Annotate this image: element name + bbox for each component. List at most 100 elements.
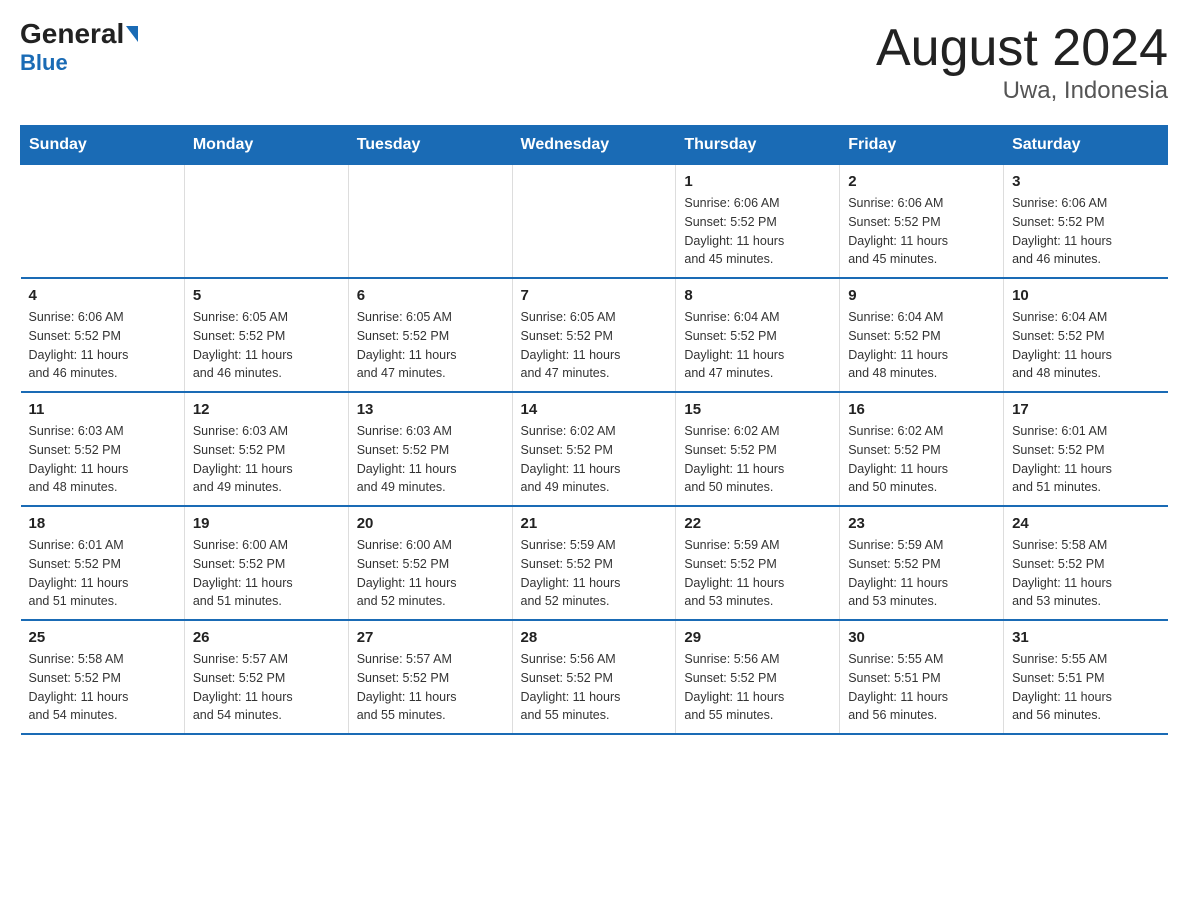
- day-number: 24: [1012, 515, 1159, 532]
- day-info: Sunrise: 6:01 AM Sunset: 5:52 PM Dayligh…: [29, 536, 176, 611]
- day-number: 31: [1012, 629, 1159, 646]
- day-info: Sunrise: 5:59 AM Sunset: 5:52 PM Dayligh…: [521, 536, 668, 611]
- day-cell-2-2: 13Sunrise: 6:03 AM Sunset: 5:52 PM Dayli…: [348, 392, 512, 506]
- day-cell-1-2: 6 Sunrise: 6:05 AM Sunset: 5:52 PM Daylig…: [348, 278, 512, 392]
- day-number: 27: [357, 629, 504, 646]
- day-info: Sunrise: 6:03 AM Sunset: 5:52 PM Dayligh…: [357, 422, 504, 497]
- day-number: 4: [29, 287, 176, 304]
- logo-triangle-icon: [126, 26, 138, 42]
- day-info: Sunrise: 6:06 AM Sunset: 5:52 PM Dayligh…: [684, 194, 831, 269]
- calendar-table: SundayMondayTuesdayWednesdayThursdayFrid…: [20, 125, 1168, 735]
- day-info: Sunrise: 5:59 AM Sunset: 5:52 PM Dayligh…: [684, 536, 831, 611]
- week-row-5: 25Sunrise: 5:58 AM Sunset: 5:52 PM Dayli…: [21, 620, 1168, 734]
- week-row-1: 1Sunrise: 6:06 AM Sunset: 5:52 PM Daylig…: [21, 165, 1168, 279]
- day-info: Sunrise: 6:04 AM Sunset: 5:52 PM Dayligh…: [1012, 308, 1159, 383]
- day-info: Sunrise: 6:06 AM Sunset: 5:52 PM Dayligh…: [1012, 194, 1159, 269]
- day-number: 9: [848, 287, 995, 304]
- logo: General Blue: [20, 20, 138, 76]
- header-thursday: Thursday: [676, 126, 840, 165]
- calendar-title: August 2024: [876, 20, 1168, 77]
- day-cell-1-4: 8Sunrise: 6:04 AM Sunset: 5:52 PM Daylig…: [676, 278, 840, 392]
- day-number: 7: [521, 287, 668, 304]
- day-info: Sunrise: 5:57 AM Sunset: 5:52 PM Dayligh…: [193, 650, 340, 725]
- day-cell-4-2: 27 Sunrise: 5:57 AM Sunset: 5:52 PM Dayli…: [348, 620, 512, 734]
- day-info: Sunrise: 6:01 AM Sunset: 5:52 PM Dayligh…: [1012, 422, 1159, 497]
- day-number: 30: [848, 629, 995, 646]
- week-row-4: 18 Sunrise: 6:01 AM Sunset: 5:52 PM Dayli…: [21, 506, 1168, 620]
- logo-general: General: [20, 20, 124, 48]
- header-wednesday: Wednesday: [512, 126, 676, 165]
- day-cell-0-0: [21, 165, 185, 279]
- day-cell-3-5: 23Sunrise: 5:59 AM Sunset: 5:52 PM Dayli…: [840, 506, 1004, 620]
- day-number: 28: [521, 629, 668, 646]
- header-saturday: Saturday: [1004, 126, 1168, 165]
- day-number: 26: [193, 629, 340, 646]
- day-cell-2-0: 11 Sunrise: 6:03 AM Sunset: 5:52 PM Dayli…: [21, 392, 185, 506]
- day-cell-0-4: 1Sunrise: 6:06 AM Sunset: 5:52 PM Daylig…: [676, 165, 840, 279]
- day-cell-4-6: 31 Sunrise: 5:55 AM Sunset: 5:51 PM Dayli…: [1004, 620, 1168, 734]
- day-cell-3-2: 20 Sunrise: 6:00 AM Sunset: 5:52 PM Dayli…: [348, 506, 512, 620]
- day-number: 12: [193, 401, 340, 418]
- day-info: Sunrise: 5:56 AM Sunset: 5:52 PM Dayligh…: [521, 650, 668, 725]
- day-cell-4-1: 26 Sunrise: 5:57 AM Sunset: 5:52 PM Dayli…: [184, 620, 348, 734]
- day-cell-3-4: 22Sunrise: 5:59 AM Sunset: 5:52 PM Dayli…: [676, 506, 840, 620]
- day-number: 25: [29, 629, 176, 646]
- day-cell-1-3: 7 Sunrise: 6:05 AM Sunset: 5:52 PM Daylig…: [512, 278, 676, 392]
- day-info: Sunrise: 5:55 AM Sunset: 5:51 PM Dayligh…: [1012, 650, 1159, 725]
- day-number: 18: [29, 515, 176, 532]
- day-cell-2-4: 15 Sunrise: 6:02 AM Sunset: 5:52 PM Dayli…: [676, 392, 840, 506]
- day-info: Sunrise: 6:05 AM Sunset: 5:52 PM Dayligh…: [521, 308, 668, 383]
- day-info: Sunrise: 6:00 AM Sunset: 5:52 PM Dayligh…: [193, 536, 340, 611]
- day-number: 16: [848, 401, 995, 418]
- day-info: Sunrise: 5:55 AM Sunset: 5:51 PM Dayligh…: [848, 650, 995, 725]
- day-cell-4-3: 28 Sunrise: 5:56 AM Sunset: 5:52 PM Dayli…: [512, 620, 676, 734]
- day-info: Sunrise: 6:00 AM Sunset: 5:52 PM Dayligh…: [357, 536, 504, 611]
- day-cell-1-0: 4Sunrise: 6:06 AM Sunset: 5:52 PM Daylig…: [21, 278, 185, 392]
- day-number: 20: [357, 515, 504, 532]
- day-info: Sunrise: 6:02 AM Sunset: 5:52 PM Dayligh…: [848, 422, 995, 497]
- day-info: Sunrise: 5:57 AM Sunset: 5:52 PM Dayligh…: [357, 650, 504, 725]
- day-number: 10: [1012, 287, 1159, 304]
- day-cell-2-1: 12 Sunrise: 6:03 AM Sunset: 5:52 PM Dayli…: [184, 392, 348, 506]
- day-number: 2: [848, 173, 995, 190]
- day-cell-4-4: 29 Sunrise: 5:56 AM Sunset: 5:52 PM Dayli…: [676, 620, 840, 734]
- day-info: Sunrise: 6:04 AM Sunset: 5:52 PM Dayligh…: [848, 308, 995, 383]
- day-info: Sunrise: 6:06 AM Sunset: 5:52 PM Dayligh…: [848, 194, 995, 269]
- day-cell-2-5: 16 Sunrise: 6:02 AM Sunset: 5:52 PM Dayli…: [840, 392, 1004, 506]
- day-number: 21: [521, 515, 668, 532]
- week-row-3: 11 Sunrise: 6:03 AM Sunset: 5:52 PM Dayli…: [21, 392, 1168, 506]
- day-number: 3: [1012, 173, 1159, 190]
- day-info: Sunrise: 6:03 AM Sunset: 5:52 PM Dayligh…: [193, 422, 340, 497]
- day-number: 15: [684, 401, 831, 418]
- day-info: Sunrise: 5:56 AM Sunset: 5:52 PM Dayligh…: [684, 650, 831, 725]
- day-number: 23: [848, 515, 995, 532]
- day-cell-0-2: [348, 165, 512, 279]
- day-number: 6: [357, 287, 504, 304]
- day-cell-2-6: 17 Sunrise: 6:01 AM Sunset: 5:52 PM Dayli…: [1004, 392, 1168, 506]
- day-number: 19: [193, 515, 340, 532]
- calendar-subtitle: Uwa, Indonesia: [876, 77, 1168, 105]
- day-number: 17: [1012, 401, 1159, 418]
- day-info: Sunrise: 6:02 AM Sunset: 5:52 PM Dayligh…: [684, 422, 831, 497]
- day-cell-1-5: 9 Sunrise: 6:04 AM Sunset: 5:52 PM Daylig…: [840, 278, 1004, 392]
- day-cell-3-3: 21 Sunrise: 5:59 AM Sunset: 5:52 PM Dayli…: [512, 506, 676, 620]
- day-cell-3-1: 19 Sunrise: 6:00 AM Sunset: 5:52 PM Dayli…: [184, 506, 348, 620]
- day-cell-1-1: 5Sunrise: 6:05 AM Sunset: 5:52 PM Daylig…: [184, 278, 348, 392]
- day-info: Sunrise: 6:05 AM Sunset: 5:52 PM Dayligh…: [357, 308, 504, 383]
- calendar-title-block: August 2024 Uwa, Indonesia: [876, 20, 1168, 105]
- day-info: Sunrise: 6:02 AM Sunset: 5:52 PM Dayligh…: [521, 422, 668, 497]
- day-number: 5: [193, 287, 340, 304]
- day-cell-2-3: 14Sunrise: 6:02 AM Sunset: 5:52 PM Dayli…: [512, 392, 676, 506]
- header-monday: Monday: [184, 126, 348, 165]
- day-info: Sunrise: 5:58 AM Sunset: 5:52 PM Dayligh…: [1012, 536, 1159, 611]
- week-row-2: 4Sunrise: 6:06 AM Sunset: 5:52 PM Daylig…: [21, 278, 1168, 392]
- page-header: General Blue August 2024 Uwa, Indonesia: [20, 20, 1168, 105]
- day-number: 29: [684, 629, 831, 646]
- day-cell-0-5: 2 Sunrise: 6:06 AM Sunset: 5:52 PM Daylig…: [840, 165, 1004, 279]
- header-friday: Friday: [840, 126, 1004, 165]
- day-number: 11: [29, 401, 176, 418]
- day-info: Sunrise: 6:03 AM Sunset: 5:52 PM Dayligh…: [29, 422, 176, 497]
- day-number: 8: [684, 287, 831, 304]
- day-cell-0-3: [512, 165, 676, 279]
- header-sunday: Sunday: [21, 126, 185, 165]
